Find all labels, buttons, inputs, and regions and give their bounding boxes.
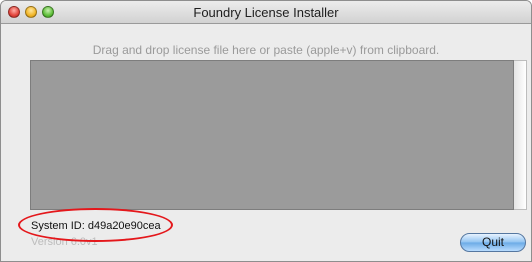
license-drop-area[interactable] [30, 60, 514, 210]
window-title: Foundry License Installer [193, 5, 339, 20]
quit-button[interactable]: Quit [460, 233, 526, 252]
system-id-highlight-annotation [18, 208, 173, 242]
drop-instructions: Drag and drop license file here or paste… [92, 43, 440, 57]
license-installer-window: Foundry License Installer Drag and drop … [0, 0, 532, 262]
title-bar[interactable]: Foundry License Installer [1, 1, 531, 24]
drop-area-scrollbar[interactable] [514, 60, 527, 210]
